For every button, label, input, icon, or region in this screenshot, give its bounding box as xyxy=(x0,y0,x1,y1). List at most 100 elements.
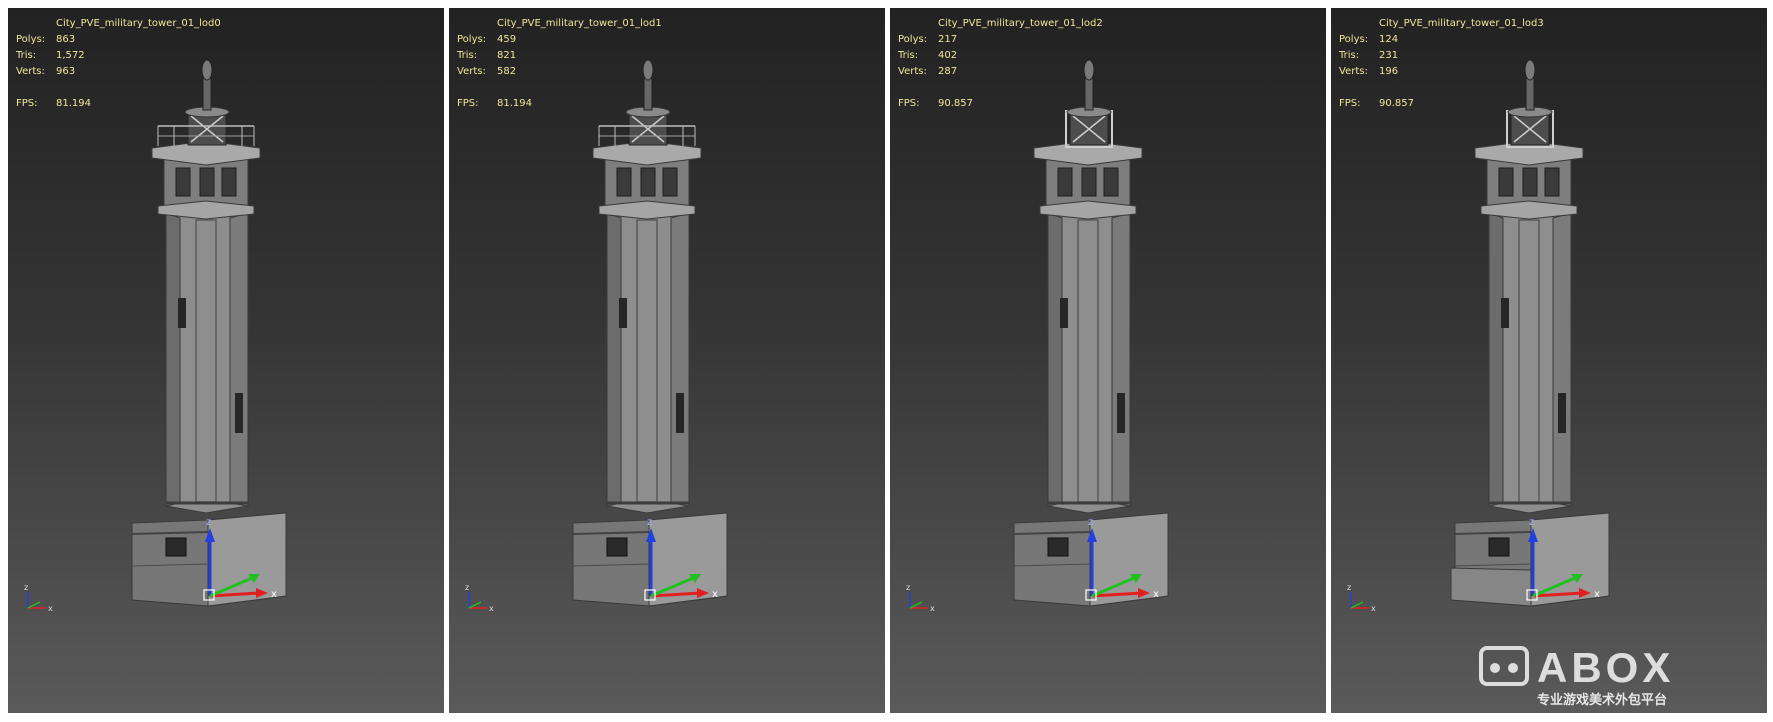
gizmo-z-label: z xyxy=(1088,517,1093,528)
tower-shaft-left-face xyxy=(1488,212,1504,507)
fps-label: FPS: xyxy=(457,98,479,109)
object-name: City_PVE_military_tower_01_lod1 xyxy=(497,18,662,29)
tower-chamber-window xyxy=(175,167,191,197)
tripod-z-label: z xyxy=(465,583,469,592)
fps-label: FPS: xyxy=(1339,98,1361,109)
tripod-y-axis xyxy=(468,601,482,609)
tower-shaft-left-face xyxy=(606,212,622,507)
verts-value: 582 xyxy=(497,66,517,77)
viewport-lod1[interactable]: xzzx City_PVE_military_tower_01_lod1 Pol… xyxy=(449,8,885,713)
tower-chamber-window xyxy=(221,167,237,197)
tris-value: 402 xyxy=(938,50,958,61)
polys-value: 459 xyxy=(497,34,517,45)
tower-chamber-window xyxy=(1057,167,1073,197)
tower-chamber-window xyxy=(199,167,215,197)
fps-label: FPS: xyxy=(16,98,38,109)
view-axis-tripod: zx xyxy=(906,583,935,613)
tower-window xyxy=(1060,298,1068,328)
tripod-z-label: z xyxy=(906,583,910,592)
tower-window xyxy=(676,393,684,433)
tris-value: 821 xyxy=(497,50,517,61)
tower-chamber-window xyxy=(1498,167,1514,197)
view-axis-tripod: zx xyxy=(1347,583,1376,613)
verts-value: 196 xyxy=(1379,66,1399,77)
gizmo-x-label: x xyxy=(712,589,718,600)
fps-value: 90.857 xyxy=(1379,98,1414,109)
tris-value: 231 xyxy=(1379,50,1399,61)
watermark-subtitle: 专业游戏美术外包平台 xyxy=(1537,692,1667,708)
tower-base-vent xyxy=(165,537,187,557)
tris-label: Tris: xyxy=(457,50,478,61)
fps-label: FPS: xyxy=(898,98,920,109)
view-axis-tripod: zx xyxy=(24,583,53,613)
verts-label: Verts: xyxy=(457,66,486,77)
watermark-text: ABOX xyxy=(1537,644,1674,691)
tower-window xyxy=(178,298,186,328)
polys-label: Polys: xyxy=(1339,34,1369,45)
tris-value: 1,572 xyxy=(56,50,85,61)
tower-model: xzzx xyxy=(906,59,1169,613)
polys-label: Polys: xyxy=(898,34,928,45)
object-name: City_PVE_military_tower_01_lod3 xyxy=(1379,18,1544,29)
gizmo-z-label: z xyxy=(647,517,652,528)
tripod-x-label: x xyxy=(489,604,494,613)
viewport-stats: City_PVE_military_tower_01_lod1 Polys: 45… xyxy=(457,16,662,112)
verts-value: 287 xyxy=(938,66,958,77)
tower-chamber-window xyxy=(662,167,678,197)
tris-label: Tris: xyxy=(16,50,37,61)
polys-value: 124 xyxy=(1379,34,1399,45)
tower-window xyxy=(1501,298,1509,328)
tower-chamber-window xyxy=(640,167,656,197)
tower-chamber-window xyxy=(1103,167,1119,197)
tower-model: x z zx xyxy=(24,59,287,613)
tower-chamber-window xyxy=(1544,167,1560,197)
tower-window xyxy=(1117,393,1125,433)
polys-label: Polys: xyxy=(16,34,46,45)
viewport-lod2[interactable]: xzzx City_PVE_military_tower_01_lod2 Pol… xyxy=(890,8,1326,713)
gizmo-x-label: x xyxy=(1153,589,1159,600)
tower-window xyxy=(235,393,243,433)
tower-shaft-right-face xyxy=(670,212,690,507)
polys-value: 863 xyxy=(56,34,76,45)
polys-label: Polys: xyxy=(457,34,487,45)
tower-shaft-right-face xyxy=(1111,212,1131,507)
viewport-stats: City_PVE_military_tower_01_lod0 Polys: 86… xyxy=(16,16,221,112)
fps-value: 81.194 xyxy=(56,98,91,109)
viewport-grid: xzzx City_PVE_military_tower_01_lod0 Pol… xyxy=(8,8,1767,713)
gizmo-x-label: x xyxy=(271,589,277,600)
viewport-stats: City_PVE_military_tower_01_lod2 Polys: 21… xyxy=(898,16,1103,112)
tripod-x-label: x xyxy=(48,604,53,613)
tower-model: xzzx xyxy=(1347,59,1610,613)
tower-model: xzzx xyxy=(465,59,728,613)
gizmo-z-label: z xyxy=(1529,517,1534,528)
viewport-lod0[interactable]: x z zx City_PVE_military_tower_01_lod0 Pol… xyxy=(8,8,444,713)
verts-value: 963 xyxy=(56,66,76,77)
view-axis-tripod: zx xyxy=(465,583,494,613)
tower-base-vent xyxy=(606,537,628,557)
tripod-z-label: z xyxy=(1347,583,1351,592)
gizmo-x-label: x xyxy=(1594,589,1600,600)
abox-watermark: ABOX 专业游戏美术外包平台 xyxy=(1479,644,1674,708)
tower-base-vent xyxy=(1488,537,1510,557)
tripod-y-axis xyxy=(1350,601,1364,609)
tris-label: Tris: xyxy=(898,50,919,61)
fps-value: 90.857 xyxy=(938,98,973,109)
verts-label: Verts: xyxy=(16,66,45,77)
tower-shaft-left-face xyxy=(1047,212,1063,507)
object-name: City_PVE_military_tower_01_lod2 xyxy=(938,18,1103,29)
tower-chamber-window xyxy=(1522,167,1538,197)
tripod-y-axis xyxy=(27,601,41,609)
tower-window xyxy=(619,298,627,328)
tris-label: Tris: xyxy=(1339,50,1360,61)
viewport-stats: City_PVE_military_tower_01_lod3 Polys: 12… xyxy=(1339,16,1544,112)
tower-shaft-left-face xyxy=(165,212,181,507)
tower-chamber-window xyxy=(1081,167,1097,197)
tower-shaft-right-face xyxy=(229,212,249,507)
viewport-lod3[interactable]: xzzx City_PVE_military_tower_01_lod3 Pol… xyxy=(1331,8,1767,713)
tripod-x-label: x xyxy=(930,604,935,613)
gizmo-z-label: z xyxy=(206,517,211,528)
verts-label: Verts: xyxy=(1339,66,1368,77)
tower-base-step xyxy=(1450,567,1532,607)
object-name: City_PVE_military_tower_01_lod0 xyxy=(56,18,221,29)
tower-shaft-right-face xyxy=(1552,212,1572,507)
